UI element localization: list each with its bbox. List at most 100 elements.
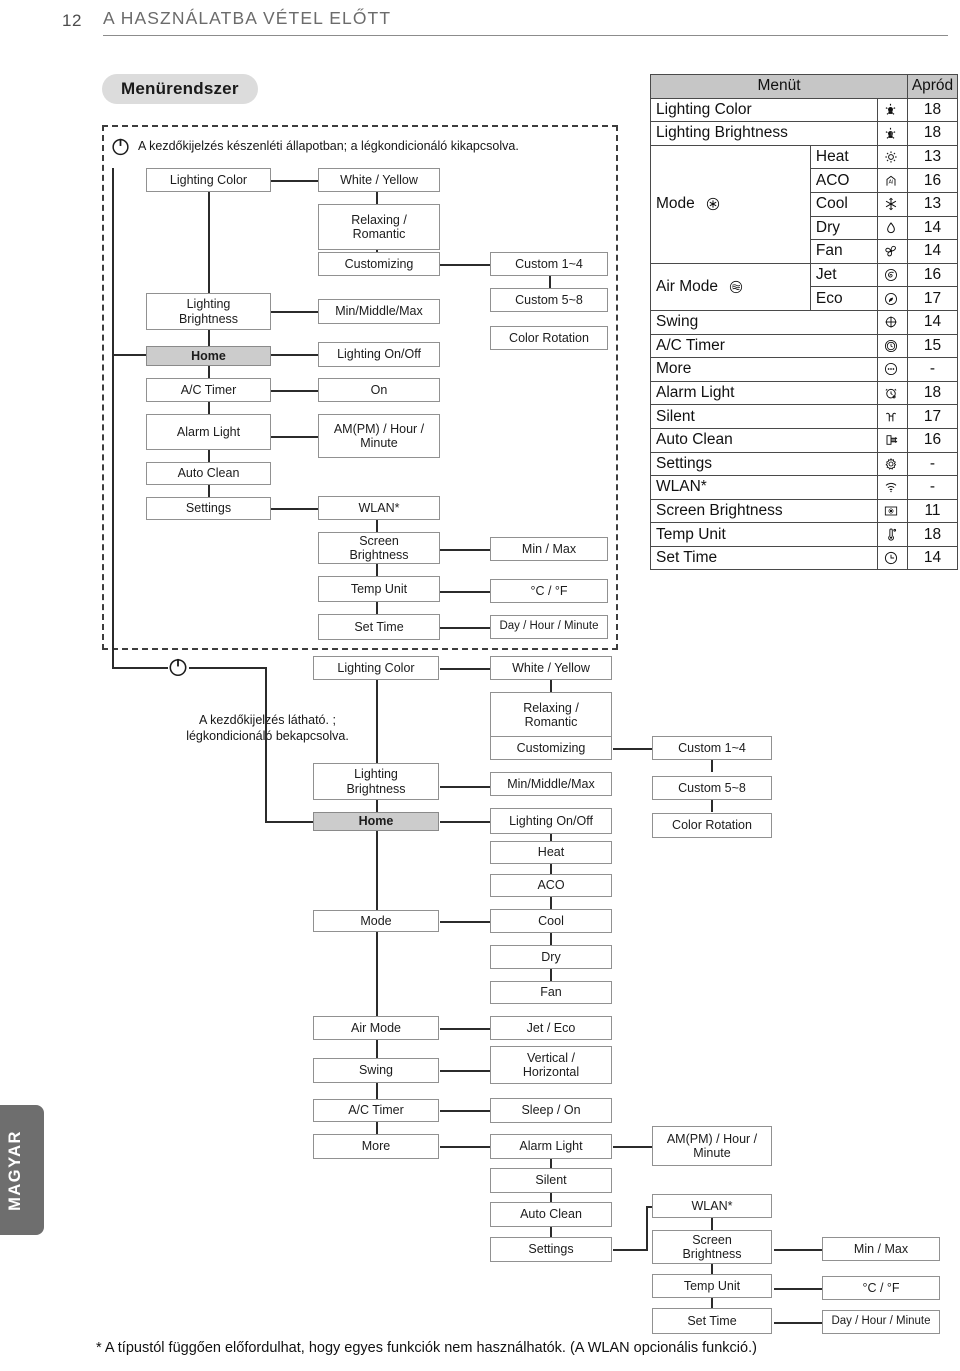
node-standby-custom-1-4[interactable]: Custom 1~4 xyxy=(490,252,608,276)
node-standby-customizing[interactable]: Customizing xyxy=(318,252,440,276)
table-row[interactable]: Mode Heat 13 xyxy=(650,144,958,264)
node-on-fan[interactable]: Fan xyxy=(490,981,612,1004)
node-standby-relaxing-romantic[interactable]: Relaxing / Romantic xyxy=(318,204,440,250)
on-c3-e xyxy=(711,1298,713,1308)
node-standby-wlan[interactable]: WLAN* xyxy=(318,496,440,520)
node-on-lighting-on-off[interactable]: Lighting On/Off xyxy=(490,808,612,834)
table-row[interactable]: Lighting Brightness 18 xyxy=(650,121,958,146)
row-label-screen-brightness: Screen Brightness xyxy=(650,498,878,524)
node-on-set-time[interactable]: Set Time xyxy=(652,1308,772,1334)
on-c1-f xyxy=(376,1083,378,1099)
node-on-celsius-fahrenheit[interactable]: °C / °F xyxy=(822,1276,940,1300)
node-on-temp-unit[interactable]: Temp Unit xyxy=(652,1274,772,1298)
node-on-lighting-color[interactable]: Lighting Color xyxy=(313,656,439,680)
node-standby-lighting-color[interactable]: Lighting Color xyxy=(146,168,271,192)
on-am-jeteco xyxy=(440,1028,490,1030)
node-on-swing[interactable]: Swing xyxy=(313,1058,439,1083)
table-row[interactable]: Screen Brightness 11 xyxy=(650,498,958,524)
row-page-more: - xyxy=(907,357,958,382)
line-lb-mmm xyxy=(271,311,318,313)
node-on-silent[interactable]: Silent xyxy=(490,1168,612,1193)
node-standby-min-middle-max[interactable]: Min/Middle/Max xyxy=(318,299,440,324)
table-row[interactable]: Air Mode Jet 16 xyxy=(650,262,958,311)
table-row[interactable]: Lighting Color 18 xyxy=(650,97,958,123)
node-on-color-rotation[interactable]: Color Rotation xyxy=(652,813,772,838)
node-on-wlan[interactable]: WLAN* xyxy=(652,1194,772,1218)
node-on-auto-clean[interactable]: Auto Clean xyxy=(490,1202,612,1227)
on-c3-b xyxy=(711,800,713,812)
node-on-min-max[interactable]: Min / Max xyxy=(822,1237,940,1261)
node-on-min-middle-max[interactable]: Min/Middle/Max xyxy=(490,772,612,796)
node-on-sleep-on[interactable]: Sleep / On xyxy=(490,1098,612,1123)
language-tab: MAGYAR xyxy=(0,1105,44,1235)
node-standby-temp-unit[interactable]: Temp Unit xyxy=(318,576,440,602)
row-label-fan: Fan xyxy=(809,239,879,264)
node-on-day-hour-minute[interactable]: Day / Hour / Minute xyxy=(822,1310,940,1334)
node-standby-min-max[interactable]: Min / Max xyxy=(490,537,608,561)
table-row[interactable]: A/C Timer 15 xyxy=(650,333,958,359)
node-standby-white-yellow[interactable]: White / Yellow xyxy=(318,168,440,192)
node-standby-settings[interactable]: Settings xyxy=(146,497,271,520)
table-header-row: Menüt Apród xyxy=(650,74,958,99)
node-on-custom-5-8[interactable]: Custom 5~8 xyxy=(652,776,772,800)
table-row[interactable]: Settings - xyxy=(650,451,958,477)
standby-home-stub xyxy=(112,354,146,356)
node-on-custom-1-4[interactable]: Custom 1~4 xyxy=(652,736,772,760)
node-standby-on[interactable]: On xyxy=(318,378,440,402)
node-on-lighting-brightness[interactable]: Lighting Brightness xyxy=(313,763,439,800)
on-c2-f xyxy=(550,933,552,945)
node-on-home[interactable]: Home xyxy=(313,812,439,831)
line-st-dhm xyxy=(440,627,490,629)
power-icon xyxy=(110,136,131,157)
node-on-screen-brightness[interactable]: Screen Brightness xyxy=(652,1230,772,1264)
table-row[interactable]: More - xyxy=(650,357,958,382)
node-standby-ampm-hour-minute[interactable]: AM(PM) / Hour / Minute xyxy=(318,414,440,458)
node-on-mode[interactable]: Mode xyxy=(313,910,439,932)
table-header-page: Apród xyxy=(907,74,958,99)
node-on-cool[interactable]: Cool xyxy=(490,909,612,933)
node-on-air-mode[interactable]: Air Mode xyxy=(313,1016,439,1040)
table-row[interactable]: Swing 14 xyxy=(650,309,958,335)
line-al-ampm xyxy=(271,436,318,438)
node-on-settings[interactable]: Settings xyxy=(490,1237,612,1262)
on-c3-a xyxy=(711,760,713,772)
on-c1-a xyxy=(376,680,378,763)
table-row[interactable]: Temp Unit 18 xyxy=(650,522,958,547)
node-standby-lighting-brightness[interactable]: Lighting Brightness xyxy=(146,293,271,330)
node-standby-celsius-fahrenheit[interactable]: °C / °F xyxy=(490,579,608,603)
node-on-relaxing-romantic[interactable]: Relaxing / Romantic xyxy=(490,692,612,738)
node-standby-color-rotation[interactable]: Color Rotation xyxy=(490,326,608,350)
node-on-ampm-hour-minute[interactable]: AM(PM) / Hour / Minute xyxy=(652,1126,772,1166)
node-standby-home[interactable]: Home xyxy=(146,346,271,366)
node-standby-ac-timer[interactable]: A/C Timer xyxy=(146,378,271,402)
table-row[interactable]: Auto Clean 16 xyxy=(650,427,958,453)
line-sb-minmax xyxy=(440,549,490,551)
table-row[interactable]: Set Time 14 xyxy=(650,545,958,571)
node-on-ac-timer[interactable]: A/C Timer xyxy=(313,1099,439,1122)
node-on-vertical-horizontal[interactable]: Vertical / Horizontal xyxy=(490,1046,612,1084)
more-icon xyxy=(877,357,908,382)
auto-clean-icon xyxy=(877,427,908,453)
node-standby-lighting-on-off[interactable]: Lighting On/Off xyxy=(318,342,440,367)
node-standby-alarm-light[interactable]: Alarm Light xyxy=(146,414,271,450)
table-row[interactable]: WLAN* - xyxy=(650,475,958,500)
node-on-jet-eco[interactable]: Jet / Eco xyxy=(490,1016,612,1040)
on-power-down-line xyxy=(265,667,267,822)
node-on-alarm-light[interactable]: Alarm Light xyxy=(490,1134,612,1159)
node-standby-auto-clean[interactable]: Auto Clean xyxy=(146,462,271,485)
node-on-more[interactable]: More xyxy=(313,1134,439,1159)
node-standby-set-time[interactable]: Set Time xyxy=(318,614,440,640)
node-standby-custom-5-8[interactable]: Custom 5~8 xyxy=(490,288,608,312)
node-on-aco[interactable]: ACO xyxy=(490,874,612,897)
table-row[interactable]: Alarm Light 18 xyxy=(650,380,958,406)
row-group-mode: Mode xyxy=(650,144,811,264)
node-on-customizing[interactable]: Customizing xyxy=(490,736,612,760)
row-label-lighting-color: Lighting Color xyxy=(650,97,878,123)
on-act-sleepon xyxy=(440,1110,490,1112)
node-on-dry[interactable]: Dry xyxy=(490,945,612,969)
node-standby-day-hour-minute[interactable]: Day / Hour / Minute xyxy=(490,615,608,639)
table-row[interactable]: Silent 17 xyxy=(650,404,958,429)
node-on-white-yellow[interactable]: White / Yellow xyxy=(490,656,612,680)
node-standby-screen-brightness[interactable]: Screen Brightness xyxy=(318,532,440,564)
node-on-heat[interactable]: Heat xyxy=(490,841,612,864)
